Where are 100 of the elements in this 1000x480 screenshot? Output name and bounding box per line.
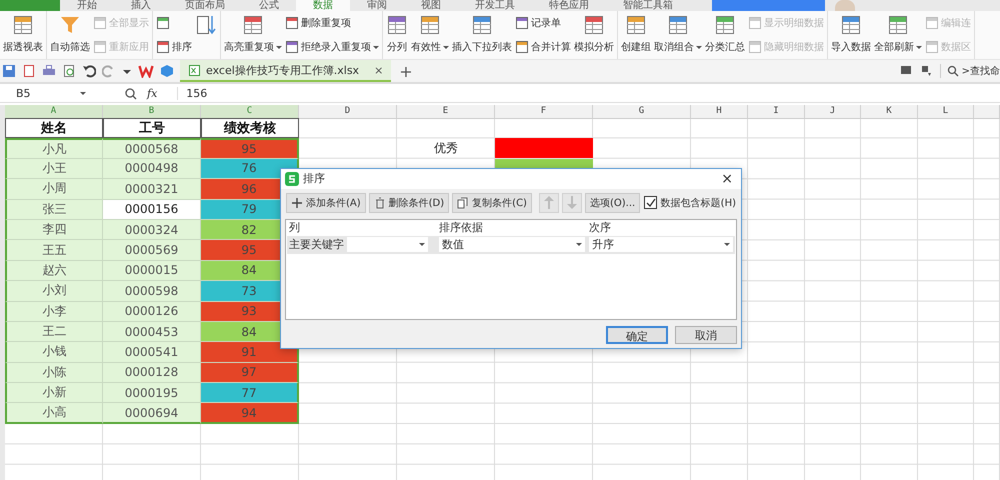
table-cell: 77 [201, 383, 299, 404]
new-tab-button[interactable]: + [399, 62, 413, 80]
table-cell: 0000568 [103, 138, 201, 159]
ribbon-button[interactable]: 自动筛选 [49, 11, 91, 59]
ribbon-button[interactable]: 排序 [155, 39, 193, 55]
document-icon[interactable] [22, 64, 36, 78]
check-icon [644, 197, 656, 208]
plus-icon [291, 196, 303, 209]
grid-icon [242, 14, 264, 36]
menu-tab[interactable]: 视图 [404, 0, 458, 11]
ribbon-button[interactable]: 插入下拉列表 [451, 11, 513, 59]
ribbon-button[interactable]: 记录单 [514, 15, 572, 31]
toolbar-button[interactable]: 添加条件(A) [286, 192, 366, 213]
table-cell: 0000569 [103, 240, 201, 261]
grid-icon [925, 40, 939, 54]
table-cell: 张三 [5, 200, 103, 220]
toolbar-button[interactable]: 复制条件(C) [452, 192, 532, 213]
menu-tab[interactable]: 数据 [296, 0, 350, 11]
ribbon-button[interactable]: 据透视表 [2, 11, 44, 59]
grid-icon [667, 14, 689, 36]
table-cell: 小凡 [5, 138, 103, 159]
sort-icon [195, 14, 217, 36]
table-cell: 0000015 [103, 260, 201, 282]
ribbon-button[interactable]: 分列 [385, 11, 409, 59]
save-icon[interactable] [2, 64, 16, 78]
document-tab[interactable]: excel操作技巧专用工作簿.xlsx × [180, 60, 392, 82]
column-header[interactable]: D [299, 105, 397, 119]
order-select[interactable]: 升序 [589, 237, 733, 252]
column-header[interactable]: I [748, 105, 805, 119]
toolbar-button[interactable]: 选项(O)... [584, 192, 640, 213]
document-title: excel操作技巧专用工作簿.xlsx [206, 62, 360, 78]
print-icon[interactable] [42, 64, 56, 78]
column-header[interactable]: K [861, 105, 918, 119]
caret-icon [724, 243, 730, 246]
caret-icon [80, 92, 86, 94]
grid-icon [625, 14, 647, 36]
menu-tab[interactable]: 公式 [242, 0, 296, 11]
preview-icon[interactable] [62, 64, 76, 78]
grid-icon [156, 16, 170, 30]
grid-icon [840, 14, 862, 36]
menu-tab[interactable]: 插入 [114, 0, 168, 11]
logo-icon[interactable] [138, 64, 154, 78]
ribbon-button[interactable]: 导入数据 [830, 11, 872, 59]
ribbon-button[interactable]: 有效性 [410, 11, 450, 59]
ribbon-button[interactable]: 全部刷新 [873, 11, 923, 59]
ribbon-button[interactable]: 拒绝录入重复项 [284, 39, 380, 55]
caret-icon [419, 243, 425, 246]
grid-icon [386, 14, 408, 36]
up-arrow-icon [544, 196, 554, 210]
column-header[interactable]: H [691, 105, 748, 119]
table-cell: 小刘 [5, 281, 103, 302]
menu-tab[interactable]: 页面布局 [168, 0, 242, 11]
menu-tab[interactable]: 开发工具 [458, 0, 532, 11]
grid-icon [748, 16, 762, 30]
zoom-icon[interactable] [124, 86, 137, 100]
undo-icon[interactable] [82, 64, 96, 78]
column-header: 列 [288, 220, 301, 236]
cancel-button[interactable]: 取消 [675, 326, 737, 344]
toolbar-button[interactable]: 删除条件(D) [368, 192, 450, 213]
table-cell: 小王 [5, 158, 103, 180]
ok-button[interactable]: 确定 [606, 326, 668, 344]
column-header[interactable]: L [918, 105, 974, 119]
close-button[interactable]: × [717, 170, 737, 187]
table-cell: 0000156 [103, 200, 201, 220]
column-header[interactable]: F [495, 105, 593, 119]
grid-icon [925, 16, 939, 30]
grid-icon [471, 14, 493, 36]
grid-icon [93, 40, 107, 54]
table-cell: 0000541 [103, 342, 201, 363]
column-header: 排序依据 [438, 220, 484, 236]
table-cell: 0000694 [103, 403, 201, 424]
table-cell: 97 [201, 362, 299, 384]
menu-tab[interactable]: 开始 [60, 0, 114, 11]
grid-icon [419, 14, 441, 36]
column-header[interactable]: G [593, 105, 691, 119]
basis-select[interactable]: 数值 [439, 237, 585, 252]
table-header-cell: 绩效考核 [201, 118, 299, 138]
ribbon-button[interactable]: 合并计算 [514, 39, 572, 55]
ribbon-button[interactable]: 创建组 [620, 11, 652, 59]
column-header[interactable]: E [397, 105, 495, 119]
ribbon-button[interactable]: 取消组合 [653, 11, 703, 59]
monitor-icon[interactable] [900, 65, 912, 77]
menu-tab[interactable]: 智能工具箱 [606, 0, 690, 11]
ribbon-button[interactable]: 删除重复项 [284, 15, 380, 31]
column-header[interactable]: J [805, 105, 861, 119]
ribbon-button[interactable]: 分类汇总 [704, 11, 746, 59]
formula-field[interactable]: 156 [177, 86, 1000, 100]
close-tab-button[interactable]: × [374, 64, 384, 76]
header-checkbox[interactable]: 数据包含标题(H) [644, 196, 736, 210]
ribbon-button[interactable]: 模拟分析 [573, 11, 615, 59]
grid-icon [583, 14, 605, 36]
command-search-field[interactable]: >查找命 [940, 64, 1000, 78]
table-cell: 95 [201, 138, 299, 159]
grid-icon [515, 40, 529, 54]
sort-condition-row[interactable]: 主要关键字 数值 升序 [287, 236, 735, 254]
cube-icon[interactable] [160, 64, 174, 78]
grid-icon [285, 40, 299, 54]
ribbon-button[interactable]: 高亮重复项 [223, 11, 283, 59]
function-button[interactable]: fx [147, 86, 158, 100]
down-arrow-icon [566, 196, 577, 210]
